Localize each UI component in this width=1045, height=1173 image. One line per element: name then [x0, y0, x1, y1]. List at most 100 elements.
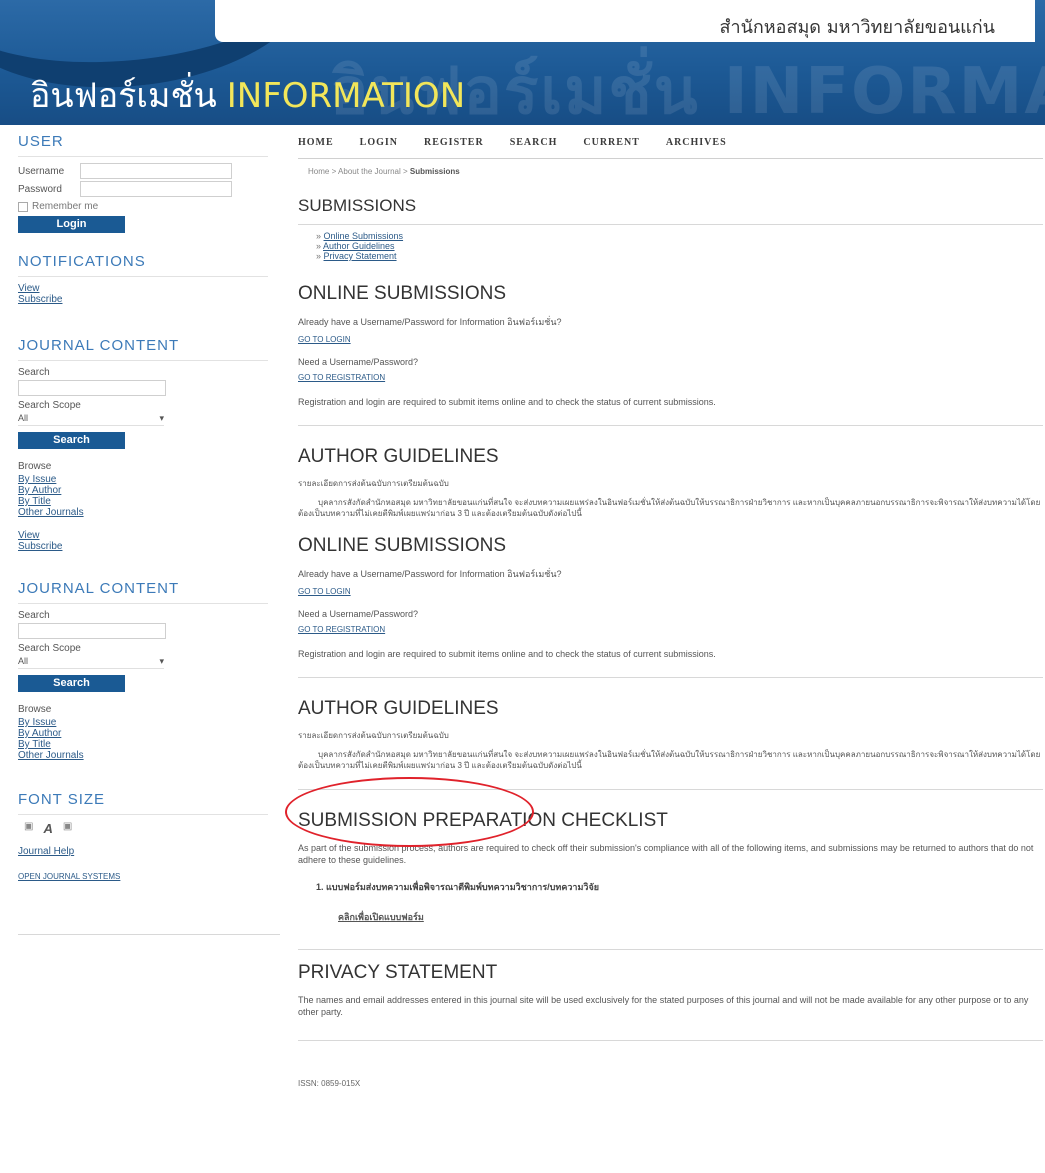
breadcrumb-current: Submissions	[409, 167, 460, 176]
toc-privacy-statement[interactable]: Privacy Statement	[324, 251, 397, 261]
remember-label: Remember me	[32, 201, 99, 212]
journal-search-button[interactable]: Search	[18, 432, 125, 449]
journal-content-title: JOURNAL CONTENT	[18, 337, 268, 361]
password-input[interactable]	[80, 181, 232, 197]
search-scope-value: All	[18, 413, 29, 423]
have-account-text-2: Already have a Username/Password for Inf…	[298, 569, 562, 579]
browse-by-issue-link-2[interactable]: By Issue	[18, 717, 268, 728]
toc-list: Online Submissions Author Guidelines Pri…	[298, 231, 1043, 261]
page-title: SUBMISSIONS	[298, 196, 417, 215]
section-divider	[298, 949, 1043, 950]
view-link[interactable]: View	[18, 530, 268, 541]
journal-content-title-2: JOURNAL CONTENT	[18, 580, 268, 604]
author-guidelines-subtitle: รายละเอียดการส่งต้นฉบับการเตรียมต้นฉบับ	[298, 479, 449, 488]
logo-english: INFORMATION	[226, 76, 466, 116]
registration-note-2: Registration and login are required to s…	[298, 649, 716, 659]
browse-by-author-link[interactable]: By Author	[18, 485, 268, 496]
font-size-title: FONT SIZE	[18, 791, 268, 815]
search-scope-label: Search Scope	[18, 400, 81, 411]
search-scope-select-2[interactable]: All ▾	[18, 656, 164, 669]
username-input[interactable]	[80, 163, 232, 179]
breadcrumb-home[interactable]: Home	[308, 167, 329, 176]
browse-by-title-link[interactable]: By Title	[18, 496, 268, 507]
nav-register[interactable]: REGISTER	[424, 137, 484, 148]
main-content: HOME LOGIN REGISTER SEARCH CURRENT ARCHI…	[298, 133, 1043, 1088]
journal-content-block-2: JOURNAL CONTENT Search Search Scope All …	[18, 580, 268, 761]
browse-by-author-link-2[interactable]: By Author	[18, 728, 268, 739]
notifications-subscribe-link[interactable]: Subscribe	[18, 294, 268, 305]
browse-by-title-link-2[interactable]: By Title	[18, 739, 268, 750]
login-button[interactable]: Login	[18, 216, 125, 233]
journal-content-block: JOURNAL CONTENT Search Search Scope All …	[18, 337, 268, 552]
registration-note: Registration and login are required to s…	[298, 397, 716, 407]
nav-home[interactable]: HOME	[298, 137, 334, 148]
browse-by-issue-link[interactable]: By Issue	[18, 474, 268, 485]
browse-label-2: Browse	[18, 704, 52, 715]
notifications-title: NOTIFICATIONS	[18, 253, 268, 277]
section-divider	[298, 1040, 1043, 1041]
notifications-view-link[interactable]: View	[18, 283, 268, 294]
have-account-text: Already have a Username/Password for Inf…	[298, 317, 562, 327]
nav-search[interactable]: SEARCH	[510, 137, 558, 148]
online-submissions-heading: ONLINE SUBMISSIONS	[298, 283, 506, 304]
university-name: สำนักหอสมุด มหาวิทยาลัยขอนแก่น	[719, 17, 995, 38]
username-label: Username	[18, 165, 65, 177]
privacy-heading: PRIVACY STATEMENT	[298, 962, 498, 983]
user-block: USER Username Password Remember me Login	[18, 133, 268, 233]
main-nav: HOME LOGIN REGISTER SEARCH CURRENT ARCHI…	[298, 133, 1043, 159]
online-submissions-1: ONLINE SUBMISSIONS Already have a Userna…	[298, 283, 1043, 426]
breadcrumb: Home > About the Journal > Submissions	[308, 167, 460, 176]
font-size-block: FONT SIZE ▣ A ▣ Journal Help OPEN JOURNA…	[18, 791, 280, 935]
notifications-block: NOTIFICATIONS View Subscribe	[18, 253, 268, 305]
search-scope-value-2: All	[18, 656, 29, 666]
nav-current[interactable]: CURRENT	[583, 137, 639, 148]
go-to-registration-link[interactable]: GO TO REGISTRATION	[298, 373, 385, 382]
annotation-circle	[285, 777, 534, 847]
journal-help-link[interactable]: Journal Help	[18, 846, 268, 857]
submissions-section: SUBMISSIONS	[298, 176, 1043, 225]
author-guidelines-heading: AUTHOR GUIDELINES	[298, 446, 499, 467]
font-small-icon[interactable]: ▣	[24, 821, 33, 836]
user-block-title: USER	[18, 133, 268, 157]
toc-online-submissions[interactable]: Online Submissions	[324, 231, 404, 241]
remember-checkbox[interactable]	[18, 201, 28, 212]
chevron-down-icon: ▾	[159, 656, 164, 666]
toc-author-guidelines[interactable]: Author Guidelines	[323, 241, 395, 251]
journal-search-button-2[interactable]: Search	[18, 675, 125, 692]
other-journals-link-2[interactable]: Other Journals	[18, 750, 268, 761]
journal-search-input[interactable]	[18, 380, 166, 396]
header-topbar: สำนักหอสมุด มหาวิทยาลัยขอนแก่น	[215, 0, 1035, 42]
breadcrumb-about[interactable]: About the Journal	[338, 167, 401, 176]
search-scope-label-2: Search Scope	[18, 643, 81, 654]
go-to-login-link-2[interactable]: GO TO LOGIN	[298, 587, 351, 596]
font-medium-icon[interactable]: A	[43, 821, 52, 836]
go-to-registration-link-2[interactable]: GO TO REGISTRATION	[298, 625, 385, 634]
online-submissions-2: ONLINE SUBMISSIONS Already have a Userna…	[298, 535, 1043, 678]
browse-label: Browse	[18, 461, 52, 472]
section-divider	[298, 425, 1043, 426]
remember-me[interactable]: Remember me	[18, 201, 268, 212]
author-guidelines-paragraph: บุคลากรสังกัดสำนักหอสมุด มหาวิทยาลัยขอนแ…	[298, 498, 1041, 518]
go-to-login-link[interactable]: GO TO LOGIN	[298, 335, 351, 344]
sidebar: USER Username Password Remember me Login…	[18, 133, 280, 955]
subscribe-link[interactable]: Subscribe	[18, 541, 268, 552]
other-journals-link[interactable]: Other Journals	[18, 507, 268, 518]
checklist-form-link[interactable]: คลิกเพื่อเปิดแบบฟอร์ม	[338, 910, 424, 924]
font-large-icon[interactable]: ▣	[63, 821, 72, 836]
online-submissions-heading-2: ONLINE SUBMISSIONS	[298, 535, 506, 556]
logo-thai: อินฟอร์เมชั่น	[30, 76, 217, 116]
site-header: อินฟอร์เมชั่น INFORMATION สำนักหอสมุด มห…	[0, 0, 1045, 125]
search-label: Search	[18, 367, 50, 378]
privacy-section: PRIVACY STATEMENT The names and email ad…	[298, 962, 1043, 1041]
site-logo[interactable]: อินฟอร์เมชั่น INFORMATION	[30, 68, 465, 122]
password-label: Password	[18, 183, 62, 195]
nav-login[interactable]: LOGIN	[360, 137, 398, 148]
issn-text: ISSN: 0859-015X	[298, 1079, 361, 1088]
privacy-text: The names and email addresses entered in…	[298, 995, 1029, 1017]
author-guidelines-heading-2: AUTHOR GUIDELINES	[298, 698, 499, 719]
journal-search-input-2[interactable]	[18, 623, 166, 639]
nav-archives[interactable]: ARCHIVES	[666, 137, 727, 148]
search-scope-select[interactable]: All ▾	[18, 413, 164, 426]
ojs-link[interactable]: OPEN JOURNAL SYSTEMS	[18, 871, 268, 882]
checklist-item: 1. แบบฟอร์มส่งบทความเพื่อพิจารณาตีพิมพ์บ…	[316, 882, 599, 892]
